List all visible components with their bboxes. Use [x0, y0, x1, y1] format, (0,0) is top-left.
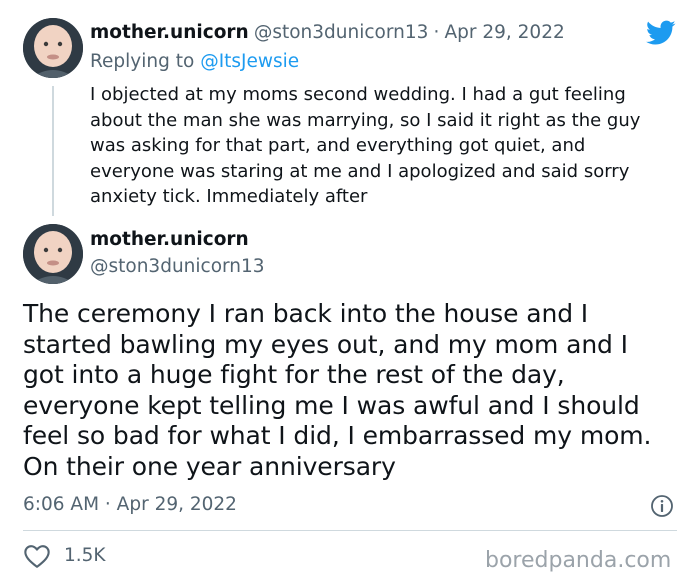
main-line: The ceremony I ran back into the house a…: [23, 299, 589, 328]
main-handle[interactable]: @ston3dunicorn13: [90, 256, 265, 277]
reply-line: anxiety tick. Immediately after: [90, 186, 368, 207]
reply-avatar[interactable]: [23, 18, 83, 78]
main-line: got into a huge fight for the rest of th…: [23, 360, 565, 389]
reply-separator: ·: [433, 22, 440, 43]
main-line: On their one year anniversary: [23, 451, 396, 481]
replying-prefix: Replying to: [90, 51, 195, 72]
twitter-bird-icon: [646, 20, 676, 50]
reply-display-name[interactable]: mother.unicorn: [90, 22, 249, 43]
reply-line: was asking for that part, and everything…: [90, 135, 586, 156]
divider: [23, 530, 677, 531]
reply-text: I objected at my moms second wedding. I …: [90, 82, 640, 210]
reply-handle[interactable]: @ston3dunicorn13: [254, 22, 429, 43]
main-line: started bawling my eyes out, and my mom …: [23, 329, 628, 359]
like-count: 1.5K: [64, 545, 106, 566]
main-line: feel so bad for what I did, I embarrasse…: [23, 421, 652, 450]
thread-line: [52, 86, 54, 216]
reply-header: mother.unicorn @ston3dunicorn13 · Apr 29…: [90, 22, 565, 43]
main-line: everyone kept telling me I was awful and…: [23, 390, 640, 420]
reply-line: everyone was staring at me and I apologi…: [90, 160, 630, 182]
main-avatar[interactable]: [23, 224, 83, 284]
heart-icon[interactable]: [23, 543, 51, 573]
reply-line: about the man she was marrying, so I sai…: [90, 109, 641, 131]
watermark: boredpanda.com: [485, 548, 672, 573]
main-text: The ceremony I ran back into the house a…: [23, 299, 651, 482]
main-display-name[interactable]: mother.unicorn: [90, 229, 249, 250]
main-timestamp[interactable]: 6:06 AM · Apr 29, 2022: [23, 494, 237, 515]
reply-line: I objected at my moms second wedding. I …: [90, 84, 626, 105]
info-icon[interactable]: [650, 494, 674, 522]
replying-to: Replying to @ItsJewsie: [90, 51, 299, 72]
replying-to-handle[interactable]: @ItsJewsie: [200, 51, 299, 72]
reply-date[interactable]: Apr 29, 2022: [444, 22, 564, 43]
